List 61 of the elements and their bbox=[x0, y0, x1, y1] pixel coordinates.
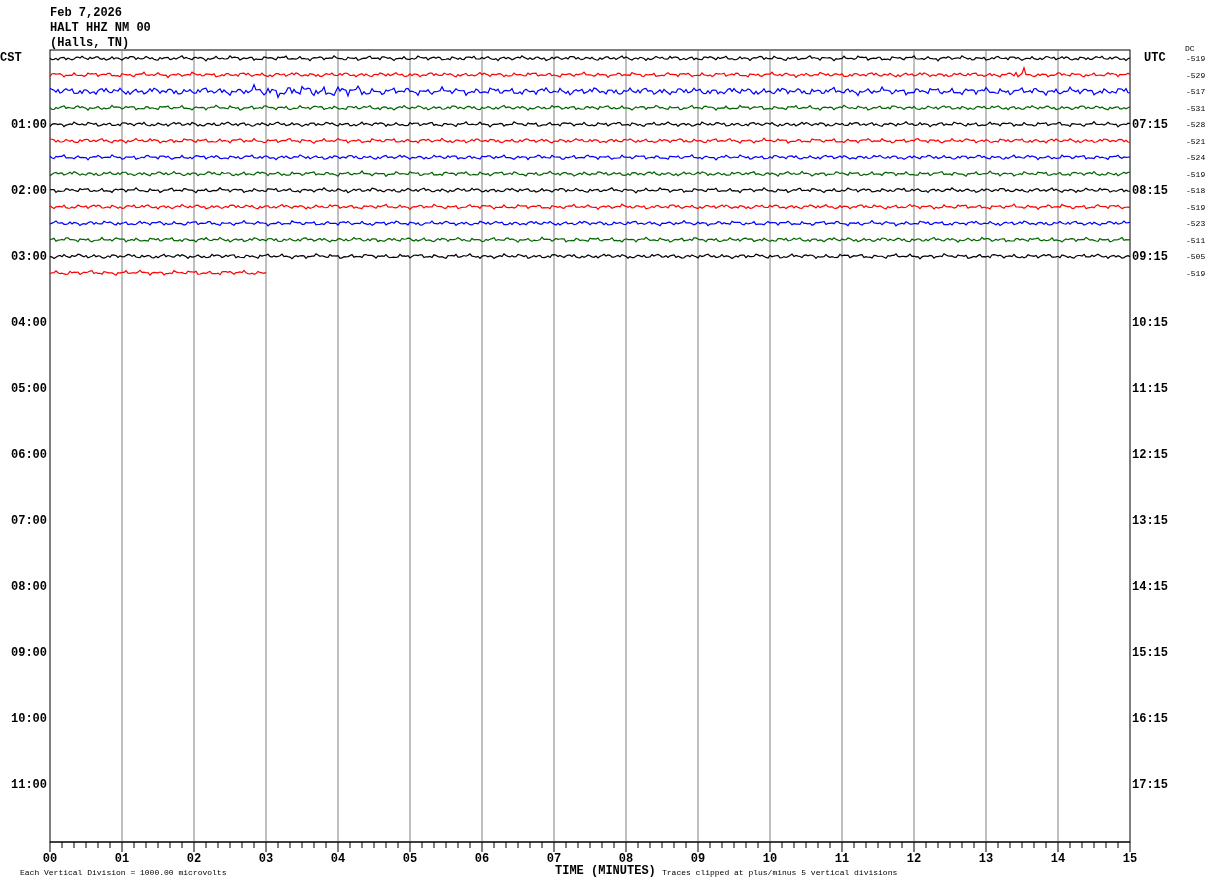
axis-tick-label: 02 bbox=[186, 852, 202, 866]
hour-label: 08:15 bbox=[1132, 184, 1168, 199]
axis-tick-label: 15 bbox=[1122, 852, 1138, 866]
time-zone-label: CST bbox=[0, 51, 22, 65]
hour-label: 09:15 bbox=[1132, 250, 1168, 265]
hour-label: 11:00 bbox=[11, 778, 47, 793]
axis-tick-label: 14 bbox=[1050, 852, 1066, 866]
dc-label: DC bbox=[1185, 44, 1195, 53]
axis-tick-label: 05 bbox=[402, 852, 418, 866]
dc-value: -519 bbox=[1186, 202, 1206, 212]
dc-value: -519 bbox=[1186, 169, 1206, 179]
hour-label: 13:15 bbox=[1132, 514, 1168, 529]
axis-tick-label: 11 bbox=[834, 852, 850, 866]
axis-tick-label: 07 bbox=[546, 852, 562, 866]
axis-tick-label: 03 bbox=[258, 852, 274, 866]
dc-value: -528 bbox=[1186, 120, 1206, 130]
hour-label: 10:15 bbox=[1132, 316, 1168, 331]
hour-label: 10:00 bbox=[11, 712, 47, 727]
hour-label: 05:00 bbox=[11, 382, 47, 397]
scale-note: Each Vertical Division = 1000.00 microvolts bbox=[20, 868, 227, 877]
hour-label: 17:15 bbox=[1132, 778, 1168, 793]
axis-tick-label: 06 bbox=[474, 852, 490, 866]
axis-tick-label: 12 bbox=[906, 852, 922, 866]
dc-value: -529 bbox=[1186, 70, 1206, 80]
date-label: Feb 7,2026 bbox=[50, 6, 122, 20]
hour-label: 09:00 bbox=[11, 646, 47, 661]
location-label: (Halls, TN) bbox=[50, 36, 130, 50]
hour-label: 12:15 bbox=[1132, 448, 1168, 463]
dc-value: -505 bbox=[1186, 252, 1206, 262]
axis-tick-label: 13 bbox=[978, 852, 994, 866]
time-zone-label: UTC bbox=[1144, 51, 1166, 65]
dc-value: -517 bbox=[1186, 87, 1206, 97]
axis-tick-label: 01 bbox=[114, 852, 130, 866]
dc-value: -524 bbox=[1186, 153, 1206, 163]
dc-value: -523 bbox=[1186, 219, 1206, 229]
dc-value: -521 bbox=[1186, 136, 1206, 146]
hour-label: 16:15 bbox=[1132, 712, 1168, 727]
hour-label: 02:00 bbox=[11, 184, 47, 199]
axis-title: TIME (MINUTES) bbox=[555, 864, 656, 878]
hour-label: 08:00 bbox=[11, 580, 47, 595]
hour-label: 01:00 bbox=[11, 118, 47, 133]
clipping-note: Traces clipped at plus/minus 5 vertical divisions bbox=[662, 868, 898, 877]
hour-label: 07:15 bbox=[1132, 118, 1168, 133]
station-label: HALT HHZ NM 00 bbox=[50, 21, 151, 35]
hour-label: 03:00 bbox=[11, 250, 47, 265]
hour-label: 04:00 bbox=[11, 316, 47, 331]
dc-value: -519 bbox=[1186, 54, 1206, 64]
dc-value: -518 bbox=[1186, 186, 1206, 196]
axis-tick-label: 10 bbox=[762, 852, 778, 866]
axis-tick-label: 08 bbox=[618, 852, 634, 866]
axis-tick-label: 09 bbox=[690, 852, 706, 866]
hour-label: 14:15 bbox=[1132, 580, 1168, 595]
hour-label: 06:00 bbox=[11, 448, 47, 463]
hour-label: 15:15 bbox=[1132, 646, 1168, 661]
hour-label: 07:00 bbox=[11, 514, 47, 529]
dc-value: -531 bbox=[1186, 103, 1206, 113]
hour-label: 11:15 bbox=[1132, 382, 1168, 397]
axis-tick-label: 00 bbox=[42, 852, 58, 866]
dc-value: -511 bbox=[1186, 235, 1206, 245]
dc-value: -519 bbox=[1186, 268, 1206, 278]
axis-tick-label: 04 bbox=[330, 852, 346, 866]
